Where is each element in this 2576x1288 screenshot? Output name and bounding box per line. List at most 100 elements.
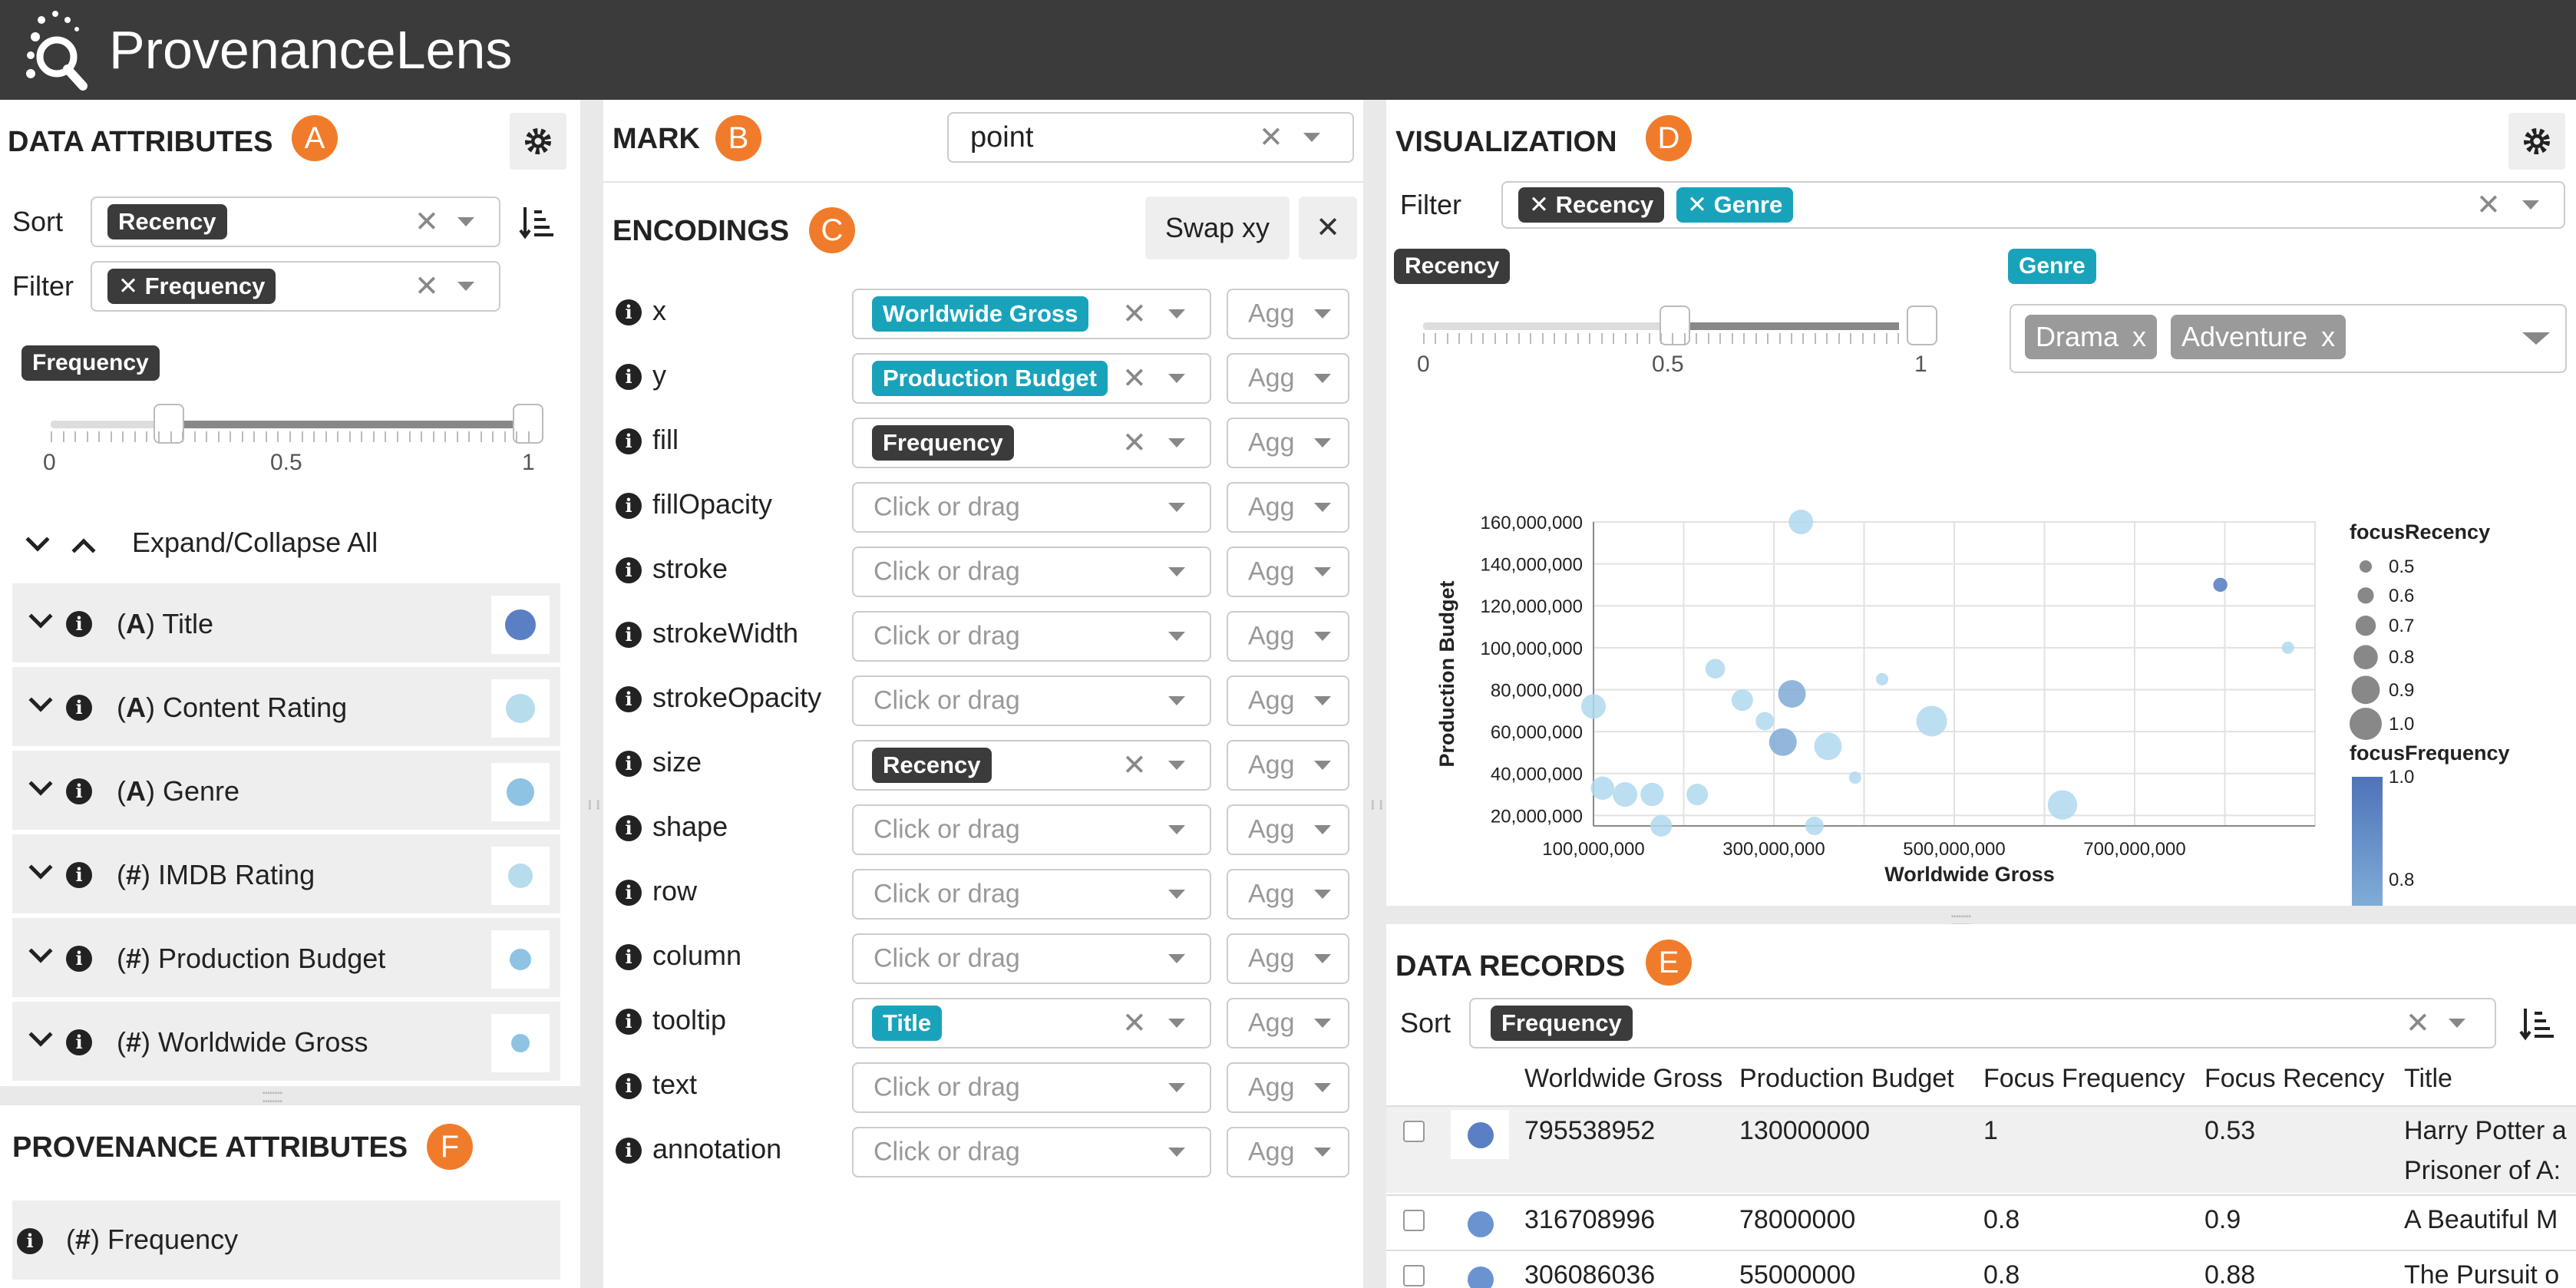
- resize-handle[interactable]: ::::::::: [261, 1084, 284, 1108]
- close-icon[interactable]: ✕: [414, 205, 439, 239]
- encoding-field-select[interactable]: Recency ✕: [852, 740, 1211, 791]
- row-checkbox[interactable]: [1403, 1265, 1425, 1286]
- info-icon[interactable]: i: [17, 1228, 43, 1254]
- chevron-down-icon[interactable]: [1168, 438, 1185, 447]
- attribute-item[interactable]: i (A) Title: [12, 583, 560, 665]
- chevron-down-icon[interactable]: [1314, 1019, 1331, 1028]
- chevron-down-icon[interactable]: [28, 855, 53, 880]
- clear-encodings-button[interactable]: ✕: [1299, 197, 1357, 259]
- viz-filter-chip-genre[interactable]: ✕ Genre: [1676, 187, 1794, 223]
- provenance-item-frequency[interactable]: i (#) Frequency: [12, 1200, 560, 1282]
- encoding-field-select[interactable]: Click or drag: [852, 482, 1211, 533]
- info-icon[interactable]: i: [66, 611, 92, 637]
- chevron-down-icon[interactable]: [1314, 309, 1331, 319]
- chevron-down-icon[interactable]: [1168, 954, 1185, 963]
- info-icon[interactable]: i: [616, 815, 642, 841]
- chevron-down-icon[interactable]: [2522, 332, 2550, 345]
- genre-filter-select[interactable]: Drama x Adventure x: [2010, 304, 2567, 373]
- chevron-down-icon[interactable]: [1168, 825, 1185, 834]
- chevron-down-icon[interactable]: [28, 688, 53, 712]
- genre-chip-drama[interactable]: Drama x: [2025, 315, 2158, 359]
- aggregate-select[interactable]: Agg: [1227, 353, 1349, 404]
- encoding-field-select[interactable]: Click or drag: [852, 1127, 1211, 1177]
- aggregate-select[interactable]: Agg: [1227, 869, 1349, 920]
- aggregate-select[interactable]: Agg: [1227, 418, 1349, 468]
- viz-filter-select[interactable]: ✕ Recency ✕ Genre ✕: [1501, 181, 2565, 229]
- chevron-down-icon[interactable]: [1314, 825, 1331, 834]
- chevron-down-icon[interactable]: [1314, 1083, 1331, 1092]
- info-icon[interactable]: i: [616, 1073, 642, 1099]
- chevron-down-icon[interactable]: [457, 282, 474, 291]
- info-icon[interactable]: i: [616, 557, 642, 583]
- info-icon[interactable]: i: [66, 862, 92, 888]
- aggregate-select[interactable]: Agg: [1227, 1127, 1349, 1177]
- info-icon[interactable]: i: [66, 695, 92, 721]
- filter-select[interactable]: ✕ Frequency ✕: [91, 261, 500, 312]
- encoding-field-select[interactable]: Click or drag: [852, 869, 1211, 920]
- resize-handle[interactable]: ::::: [583, 798, 607, 808]
- aggregate-select[interactable]: Agg: [1227, 289, 1349, 339]
- aggregate-select[interactable]: Agg: [1227, 611, 1349, 662]
- attribute-item[interactable]: i (#) Worldwide Gross: [12, 1002, 560, 1083]
- expand-all-button[interactable]: [69, 530, 100, 563]
- chevron-down-icon[interactable]: [1314, 890, 1331, 899]
- info-icon[interactable]: i: [616, 1138, 642, 1164]
- row-checkbox[interactable]: [1403, 1121, 1425, 1142]
- chevron-down-icon[interactable]: [1314, 761, 1331, 770]
- info-icon[interactable]: i: [66, 946, 92, 972]
- aggregate-select[interactable]: Agg: [1227, 740, 1349, 791]
- settings-button[interactable]: [510, 113, 566, 170]
- chevron-down-icon[interactable]: [1168, 374, 1185, 383]
- chevron-down-icon[interactable]: [1168, 696, 1185, 705]
- close-icon[interactable]: ✕: [414, 269, 439, 304]
- chevron-down-icon[interactable]: [2449, 1019, 2465, 1028]
- close-icon[interactable]: ✕: [2406, 1006, 2430, 1041]
- attribute-item[interactable]: i (A) Genre: [12, 751, 560, 832]
- encoding-field-select[interactable]: Click or drag: [852, 611, 1211, 662]
- chevron-down-icon[interactable]: [1314, 438, 1331, 447]
- info-icon[interactable]: i: [616, 364, 642, 390]
- close-icon[interactable]: ✕: [2476, 188, 2501, 223]
- sort-order-button[interactable]: [519, 204, 554, 239]
- chevron-down-icon[interactable]: [1168, 503, 1185, 512]
- chevron-down-icon[interactable]: [1168, 890, 1185, 899]
- chevron-down-icon[interactable]: [28, 771, 53, 796]
- info-icon[interactable]: i: [66, 1029, 92, 1055]
- table-row[interactable]: 306086036 55000000 0.8 0.88 The Pursuit o: [1386, 1250, 2576, 1288]
- aggregate-select[interactable]: Agg: [1227, 804, 1349, 855]
- encoding-field-select[interactable]: Title ✕: [852, 998, 1211, 1049]
- close-icon[interactable]: ✕: [1122, 297, 1147, 332]
- table-row[interactable]: 795538952 130000000 1 0.53 Harry Potter a Pri…: [1386, 1105, 2576, 1193]
- chevron-down-icon[interactable]: [28, 939, 53, 963]
- encoding-field-select[interactable]: Production Budget ✕: [852, 353, 1211, 404]
- close-icon[interactable]: ✕: [1122, 748, 1147, 783]
- chevron-down-icon[interactable]: [1168, 1083, 1185, 1092]
- chevron-down-icon[interactable]: [1168, 761, 1185, 770]
- info-icon[interactable]: i: [616, 686, 642, 712]
- info-icon[interactable]: i: [66, 778, 92, 804]
- chevron-down-icon[interactable]: [457, 217, 474, 226]
- aggregate-select[interactable]: Agg: [1227, 933, 1349, 984]
- encoding-field-select[interactable]: Click or drag: [852, 675, 1211, 726]
- row-checkbox[interactable]: [1403, 1210, 1425, 1231]
- aggregate-select[interactable]: Agg: [1227, 998, 1349, 1049]
- info-icon[interactable]: i: [616, 880, 642, 906]
- close-icon[interactable]: ✕: [1122, 1006, 1147, 1041]
- info-icon[interactable]: i: [616, 622, 642, 648]
- chart-settings-button[interactable]: [2508, 113, 2565, 170]
- close-icon[interactable]: ✕: [1259, 121, 1283, 155]
- encoding-field-select[interactable]: Click or drag: [852, 804, 1211, 855]
- info-icon[interactable]: i: [616, 493, 642, 519]
- encoding-field-select[interactable]: Frequency ✕: [852, 418, 1211, 468]
- info-icon[interactable]: i: [616, 299, 642, 325]
- recency-slider-handle-min[interactable]: [1660, 305, 1690, 345]
- mark-select[interactable]: point ✕: [947, 112, 1354, 163]
- info-icon[interactable]: i: [616, 428, 642, 454]
- close-icon[interactable]: ✕: [1122, 426, 1147, 461]
- viz-filter-chip-recency[interactable]: ✕ Recency: [1518, 187, 1665, 223]
- info-icon[interactable]: i: [616, 944, 642, 970]
- close-icon[interactable]: ✕: [1122, 362, 1147, 396]
- chevron-down-icon[interactable]: [1314, 1148, 1331, 1157]
- chevron-down-icon[interactable]: [1168, 1148, 1185, 1157]
- records-sort-select[interactable]: Frequency ✕: [1469, 998, 2496, 1049]
